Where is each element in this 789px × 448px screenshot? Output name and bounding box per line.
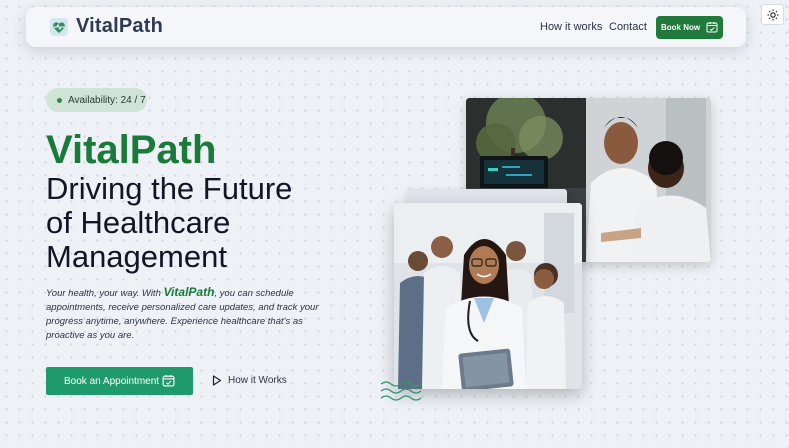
availability-badge: Availability: 24 / 7 [46, 88, 147, 112]
theme-toggle-button[interactable] [761, 4, 784, 25]
hero-desc-pre: Your health, your way. With [46, 288, 164, 299]
hero-desc-brand: VitalPath [163, 285, 215, 299]
nav-link-how-it-works[interactable]: How it works [540, 21, 602, 33]
hero-title-line-2: of Healthcare [46, 205, 231, 240]
doctor-team-illustration [394, 203, 582, 389]
book-now-label: Book Now [661, 23, 701, 32]
how-it-works-link[interactable]: How it Works [212, 375, 287, 386]
hero-title: Driving the Future of Healthcare Managem… [46, 172, 366, 274]
wave-decoration-icon [380, 381, 422, 401]
hero-brand-heading: VitalPath [46, 128, 217, 172]
hero-description: Your health, your way. With VitalPath, y… [46, 285, 336, 343]
book-appointment-button[interactable]: Book an Appointment [46, 367, 193, 395]
status-dot-icon [57, 97, 62, 103]
availability-text: Availability: 24 / 7 [68, 94, 146, 106]
nav-link-contact[interactable]: Contact [609, 21, 647, 33]
doctor-team-photo [394, 203, 582, 389]
hero-title-line-3: Management [46, 239, 227, 274]
navbar: VitalPath How it works Contact Book Now [26, 7, 746, 47]
book-now-button[interactable]: Book Now [656, 16, 723, 39]
brand-logo-text[interactable]: VitalPath [76, 15, 163, 38]
play-icon [212, 375, 222, 386]
book-appointment-label: Book an Appointment [64, 375, 160, 387]
heart-logo-icon[interactable] [49, 17, 69, 37]
calendar-icon [706, 22, 718, 33]
calendar-icon [162, 375, 175, 387]
how-it-works-label: How it Works [228, 375, 287, 386]
sun-icon [767, 9, 778, 20]
hero-title-line-1: Driving the Future [46, 171, 293, 206]
